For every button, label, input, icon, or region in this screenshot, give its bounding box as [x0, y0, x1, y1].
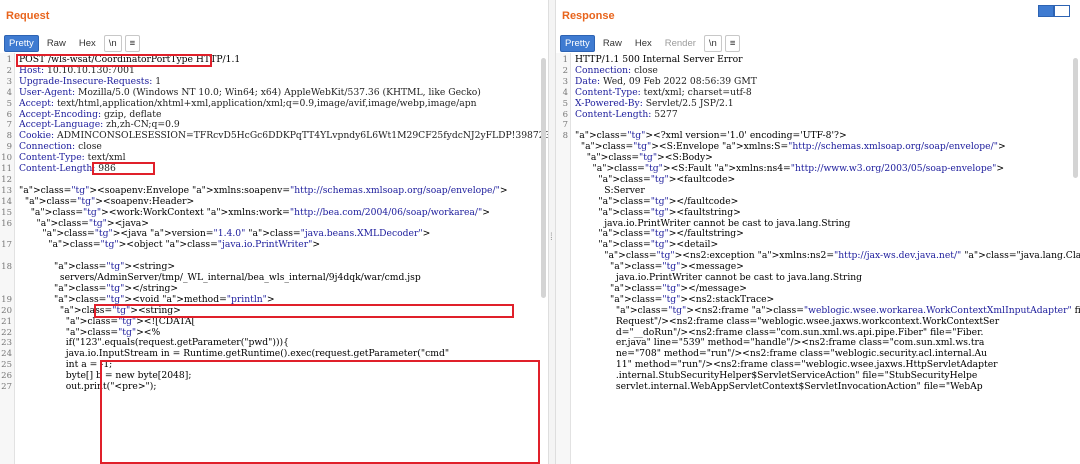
request-pane: Request Pretty Raw Hex \n ≡ 1 POST /wls-wsat/… — [0, 0, 548, 464]
line-text: Content-Length: 5277 — [575, 108, 678, 120]
line-text: servlet.internal.WebAppServletContext$Se… — [575, 381, 983, 392]
line-number: 3 — [6, 76, 12, 87]
line-number: 7 — [562, 120, 568, 131]
line-text: "a">class="tg"><![CDATA[ — [65, 315, 196, 327]
single-view-icon[interactable] — [1054, 5, 1070, 17]
tab-hex[interactable]: Hex — [74, 35, 101, 52]
splitter-grip-icon: ⁞ — [550, 232, 553, 243]
request-tabs: Pretty Raw Hex \n ≡ — [4, 35, 143, 52]
response-tabs: Pretty Raw Hex Render \n ≡ — [560, 35, 743, 52]
line-number: 1 — [6, 55, 12, 65]
line-number: 11 — [1, 164, 12, 174]
highlight-content-type — [92, 162, 155, 175]
highlight-path — [94, 304, 514, 318]
line-number: 4 — [6, 87, 12, 98]
line-number: 16 — [1, 218, 12, 229]
pane-splitter[interactable]: ⁞ — [548, 0, 556, 464]
line-text: "a">class="tg"><soapenv:Header> — [24, 195, 195, 207]
line-number: 27 — [1, 382, 12, 392]
highlight-endpoint — [16, 54, 212, 67]
line-number: 19 — [1, 294, 12, 305]
response-pane: Response Pretty Raw Hex Render \n ≡ 1 HTTP/1.1… — [556, 0, 1080, 464]
code-line: 6 Content-Length: 5277 — [556, 108, 1080, 121]
line-number: 6 — [6, 109, 12, 120]
line-number: 20 — [1, 305, 12, 316]
code-line: 11 Content-Length: 986 — [0, 163, 548, 175]
line-number: 13 — [1, 185, 12, 196]
tab-pretty[interactable]: Pretty — [560, 35, 595, 52]
tab-menu[interactable]: ≡ — [124, 35, 141, 52]
tab-menu[interactable]: ≡ — [724, 35, 741, 52]
line-text: "a">class="tg"><ns2:frame "a">class="web… — [615, 304, 1080, 316]
line-number: 23 — [1, 338, 12, 349]
line-number: 26 — [1, 371, 12, 382]
line-number: 12 — [1, 174, 12, 185]
line-number: 5 — [6, 98, 12, 109]
line-number: 5 — [562, 98, 568, 109]
request-scrollbar[interactable] — [541, 58, 546, 298]
line-number: 14 — [1, 196, 12, 207]
line-number: 24 — [1, 349, 12, 360]
line-number: 8 — [6, 131, 12, 142]
line-number: 18 — [1, 262, 12, 273]
line-text: "a">class="tg"><faultstring> — [598, 206, 741, 218]
tab-render: Render — [664, 38, 696, 49]
code-line: servlet.internal.WebAppServletContext$Se… — [556, 381, 1080, 393]
line-number: 10 — [1, 153, 12, 164]
tab-pretty[interactable]: Pretty — [4, 35, 39, 52]
tab-hex[interactable]: Hex — [630, 35, 657, 52]
line-number: 1 — [562, 55, 568, 65]
line-number: 9 — [6, 142, 12, 153]
request-title: Request — [6, 10, 50, 22]
line-number: 2 — [562, 65, 568, 76]
code-line: 21 "a">class="tg"><![CDATA[ — [0, 315, 548, 328]
line-number: 22 — [1, 327, 12, 338]
line-number: 17 — [1, 240, 12, 251]
response-editor[interactable]: 1 HTTP/1.1 500 Internal Server Error 2 Conn… — [556, 53, 1080, 464]
code-line: 15 "a">class="tg"><work:WorkContext "a">… — [0, 207, 548, 219]
line-text: "a">class="tg"><object "a">class="java.i… — [48, 239, 321, 251]
code-line: Request"/><ns2:frame class="weblogic.wse… — [556, 315, 1080, 328]
response-scrollbar[interactable] — [1073, 58, 1078, 178]
line-text: Request"/><ns2:frame class="weblogic.wse… — [575, 315, 1000, 327]
highlight-payload — [100, 360, 540, 464]
code-line: 17 "a">class="tg"><object "a">class="jav… — [0, 239, 548, 251]
tab-raw[interactable]: Raw — [598, 35, 627, 52]
tab-raw[interactable]: Raw — [42, 35, 71, 52]
tab-newline[interactable]: \n — [103, 35, 122, 52]
line-number: 21 — [1, 316, 12, 327]
line-number: 4 — [562, 87, 568, 98]
code-line: "a">class="tg"><faultstring> — [556, 206, 1080, 219]
split-view-icon[interactable] — [1038, 5, 1054, 17]
line-number: 6 — [562, 109, 568, 120]
line-number: 2 — [6, 65, 12, 76]
line-number: 15 — [1, 207, 12, 218]
line-number: 7 — [6, 120, 12, 131]
line-number: 8 — [562, 131, 568, 142]
layout-toggle[interactable] — [1038, 5, 1070, 17]
line-number: 3 — [562, 76, 568, 87]
tab-newline[interactable]: \n — [703, 35, 722, 52]
line-number: 25 — [1, 360, 12, 371]
response-title: Response — [562, 10, 615, 22]
